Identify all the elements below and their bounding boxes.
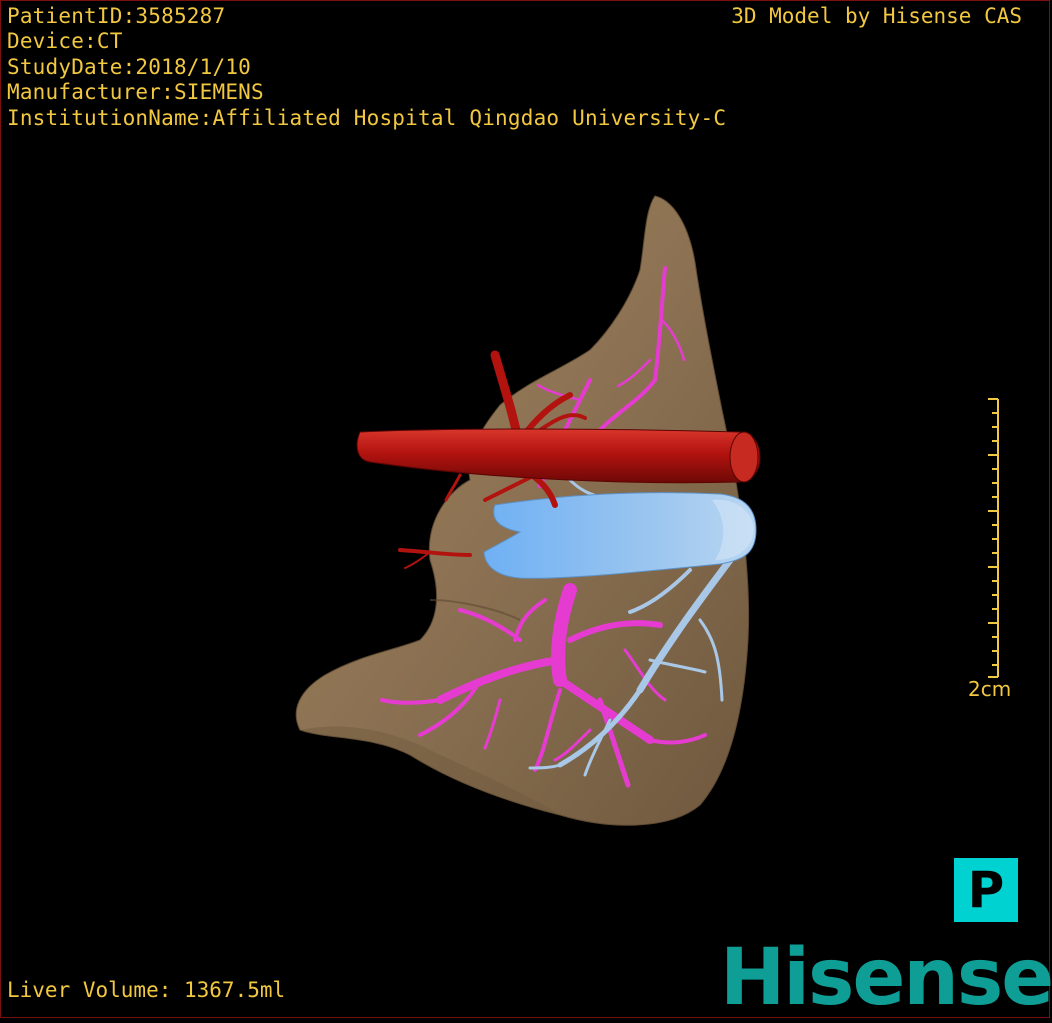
institution-name: InstitutionName:Affiliated Hospital Qing… [7, 105, 727, 130]
study-date: StudyDate:2018/1/10 [7, 54, 252, 79]
device: Device:CT [7, 29, 123, 54]
liver-volume-text: Liver Volume: 1367.5ml [7, 978, 286, 1002]
patient-id: PatientID:3585287 [7, 4, 226, 28]
orientation-marker-button[interactable]: P [954, 858, 1018, 922]
hisense-logo: Hisense [720, 933, 1052, 1023]
posterior-icon: P [967, 861, 1005, 919]
study-info: PatientID:3585287 Device:CT StudyDate:20… [7, 4, 726, 131]
model-credit: 3D Model by Hisense CAS [731, 4, 1022, 28]
viewport-border [0, 0, 1050, 1018]
scale-bar-label: 2cm [968, 677, 1012, 701]
liver-volume: Liver Volume: 1367.5ml [7, 978, 285, 1003]
manufacturer: Manufacturer:SIEMENS [7, 80, 264, 105]
